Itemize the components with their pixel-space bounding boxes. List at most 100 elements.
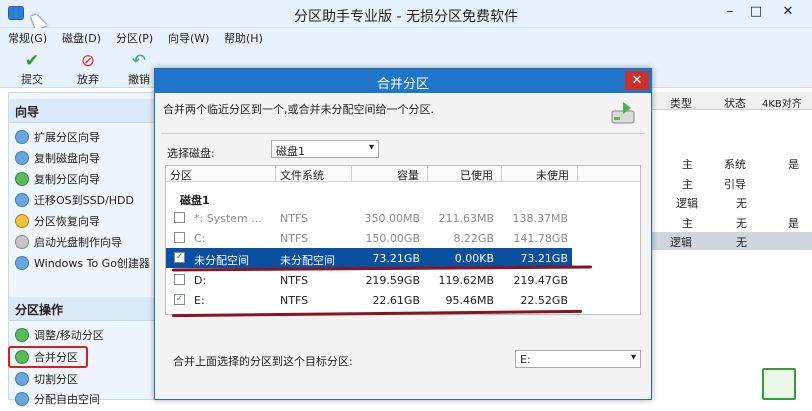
menu-partition[interactable]: 分区(P) (116, 30, 153, 46)
cell-used: 8.22GB (453, 232, 494, 245)
submit-button[interactable]: ✔ 提交 (12, 50, 52, 86)
menu-general[interactable]: 常规(G) (8, 30, 47, 46)
sidebar-item-label: 复制磁盘向导 (34, 152, 100, 165)
sidebar-item-label: 启动光盘制作向导 (34, 236, 122, 249)
dialog-separator (161, 133, 645, 134)
undo-icon: ↶ (131, 51, 147, 71)
check-icon: ✔ (24, 51, 40, 71)
column-capacity[interactable]: 容量 (352, 166, 428, 182)
sidebar-item-copy-partition[interactable]: 复制分区向导 (15, 171, 100, 191)
cell-partition: 未分配空间 (194, 254, 249, 267)
table-row[interactable]: ✓ E: NTFS 22.61GB 95.46MB 22.52GB (166, 290, 572, 310)
menu-wizard[interactable]: 向导(W) (168, 30, 209, 46)
close-window-button[interactable]: ✕ (776, 4, 800, 19)
cell-capacity: 219.59GB (365, 274, 420, 287)
row-checkbox-checked[interactable]: ✓ (174, 252, 185, 263)
menu-help[interactable]: 帮助(H) (224, 30, 263, 46)
cell-capacity: 150.00GB (365, 232, 420, 245)
ops-section-title: 分区操作 (9, 297, 155, 321)
row-checkbox[interactable] (174, 232, 185, 243)
cell-partition: *: System ... (194, 212, 262, 225)
disk-select[interactable]: 磁盘1 ▾ (271, 140, 379, 158)
table-row-selected[interactable]: ✓ 未分配空间 未分配空间 73.21GB 0.00KB 73.21GB (166, 248, 572, 268)
target-select-value: E: (520, 353, 531, 366)
cell-filesystem: NTFS (280, 294, 309, 307)
recovery-icon (15, 214, 29, 228)
row-checkbox-checked[interactable]: ✓ (174, 294, 185, 305)
cell-capacity: 350.00MB (364, 212, 420, 225)
cell-free: 219.47GB (513, 274, 568, 287)
column-used[interactable]: 已使用 (428, 166, 502, 182)
merge-disk-icon (611, 102, 635, 124)
row-type: 主 (682, 178, 693, 191)
copy-partition-icon (15, 172, 29, 186)
column-filler (578, 166, 640, 182)
dialog-title: 合并分区 (155, 69, 651, 93)
split-icon (15, 372, 29, 386)
table-row[interactable]: C: NTFS 150.00GB 8.22GB 141.78GB (166, 228, 572, 248)
resize-icon (15, 328, 29, 342)
sidebar-item-label: 扩展分区向导 (34, 131, 100, 144)
cell-filesystem: NTFS (280, 274, 309, 287)
merge-partition-dialog: 合并分区 ✕ 合并两个临近分区到一个,或合并未分配空间给一个分区. 选择磁盘: … (154, 68, 652, 400)
maximize-button[interactable]: □ (744, 4, 768, 19)
extend-wizard-icon (15, 130, 29, 144)
minimize-button[interactable]: – (718, 4, 742, 19)
column-partition[interactable]: 分区 (166, 166, 276, 182)
sidebar-item-label: 分区恢复向导 (34, 215, 100, 228)
cell-capacity: 73.21GB (372, 252, 420, 265)
disk-thumbnail[interactable] (762, 368, 796, 400)
dialog-close-button[interactable]: ✕ (625, 71, 649, 90)
sidebar-item-label: 切割分区 (34, 373, 78, 386)
row-checkbox[interactable] (174, 274, 185, 285)
discard-button[interactable]: ⊘ 放弃 (68, 50, 108, 86)
row-status: 无 (736, 217, 747, 230)
cell-capacity: 22.61GB (372, 294, 420, 307)
column-free[interactable]: 未使用 (502, 166, 578, 182)
allocate-icon (15, 392, 29, 406)
target-partition-select[interactable]: E: ▾ (515, 350, 641, 368)
sidebar-item-allocate[interactable]: 分配自由空间 (15, 391, 100, 411)
windows-to-go-icon (15, 256, 29, 270)
cell-free: 138.37MB (512, 212, 568, 225)
row-checkbox[interactable] (174, 212, 185, 223)
cd-icon (15, 235, 29, 249)
sidebar-item-label: Windows To Go创建器 (34, 257, 150, 270)
row-status: 系统 (724, 158, 746, 171)
cell-used: 211.63MB (438, 212, 494, 225)
menu-disk[interactable]: 磁盘(D) (62, 30, 101, 46)
undo-button[interactable]: ↶ 撤销 (124, 50, 154, 86)
sidebar-item-windows-to-go[interactable]: Windows To Go创建器 (15, 255, 150, 275)
dialog-description: 合并两个临近分区到一个,或合并未分配空间给一个分区. (163, 103, 434, 116)
discard-label: 放弃 (77, 73, 99, 86)
row-status: 无 (736, 236, 747, 249)
row-align: 是 (788, 217, 799, 230)
sidebar-item-label: 迁移OS到SSD/HDD (34, 194, 134, 207)
sidebar-item-label: 调整/移动分区 (34, 329, 104, 342)
header-type[interactable]: 类型 (670, 95, 692, 111)
sidebar-item-resize[interactable]: 调整/移动分区 (15, 327, 104, 347)
header-4k-align[interactable]: 4KB对齐 (762, 95, 802, 110)
cell-free: 22.52GB (520, 294, 568, 307)
column-filesystem[interactable]: 文件系统 (276, 166, 352, 182)
table-row[interactable]: *: System ... NTFS 350.00MB 211.63MB 138… (166, 208, 572, 228)
sidebar-item-bootable-cd[interactable]: 启动光盘制作向导 (15, 234, 122, 254)
cell-free: 73.21GB (520, 252, 568, 265)
target-partition-label: 合并上面选择的分区到这个目标分区: (173, 355, 353, 368)
sidebar-item-copy-disk[interactable]: 复制磁盘向导 (15, 150, 100, 170)
sidebar-item-migrate-os[interactable]: 迁移OS到SSD/HDD (15, 192, 134, 212)
row-align: 是 (788, 158, 799, 171)
table-row[interactable]: D: NTFS 219.59GB 119.62MB 219.47GB (166, 270, 572, 290)
title-bar: 分区助手专业版 - 无损分区免费软件 – □ ✕ (0, 0, 812, 28)
sidebar-item-split[interactable]: 切割分区 (15, 371, 78, 391)
sidebar-item-extend-wizard[interactable]: 扩展分区向导 (15, 129, 100, 149)
sidebar-item-label: 复制分区向导 (34, 173, 100, 186)
discard-icon: ⊘ (80, 51, 96, 71)
disk-select-value: 磁盘1 (276, 145, 305, 158)
chevron-down-icon: ▾ (368, 142, 374, 153)
header-status[interactable]: 状态 (724, 95, 746, 111)
select-disk-label: 选择磁盘: (167, 147, 215, 160)
undo-label: 撤销 (128, 73, 150, 86)
annotation-underline (171, 309, 583, 318)
sidebar-item-partition-recovery[interactable]: 分区恢复向导 (15, 213, 100, 233)
